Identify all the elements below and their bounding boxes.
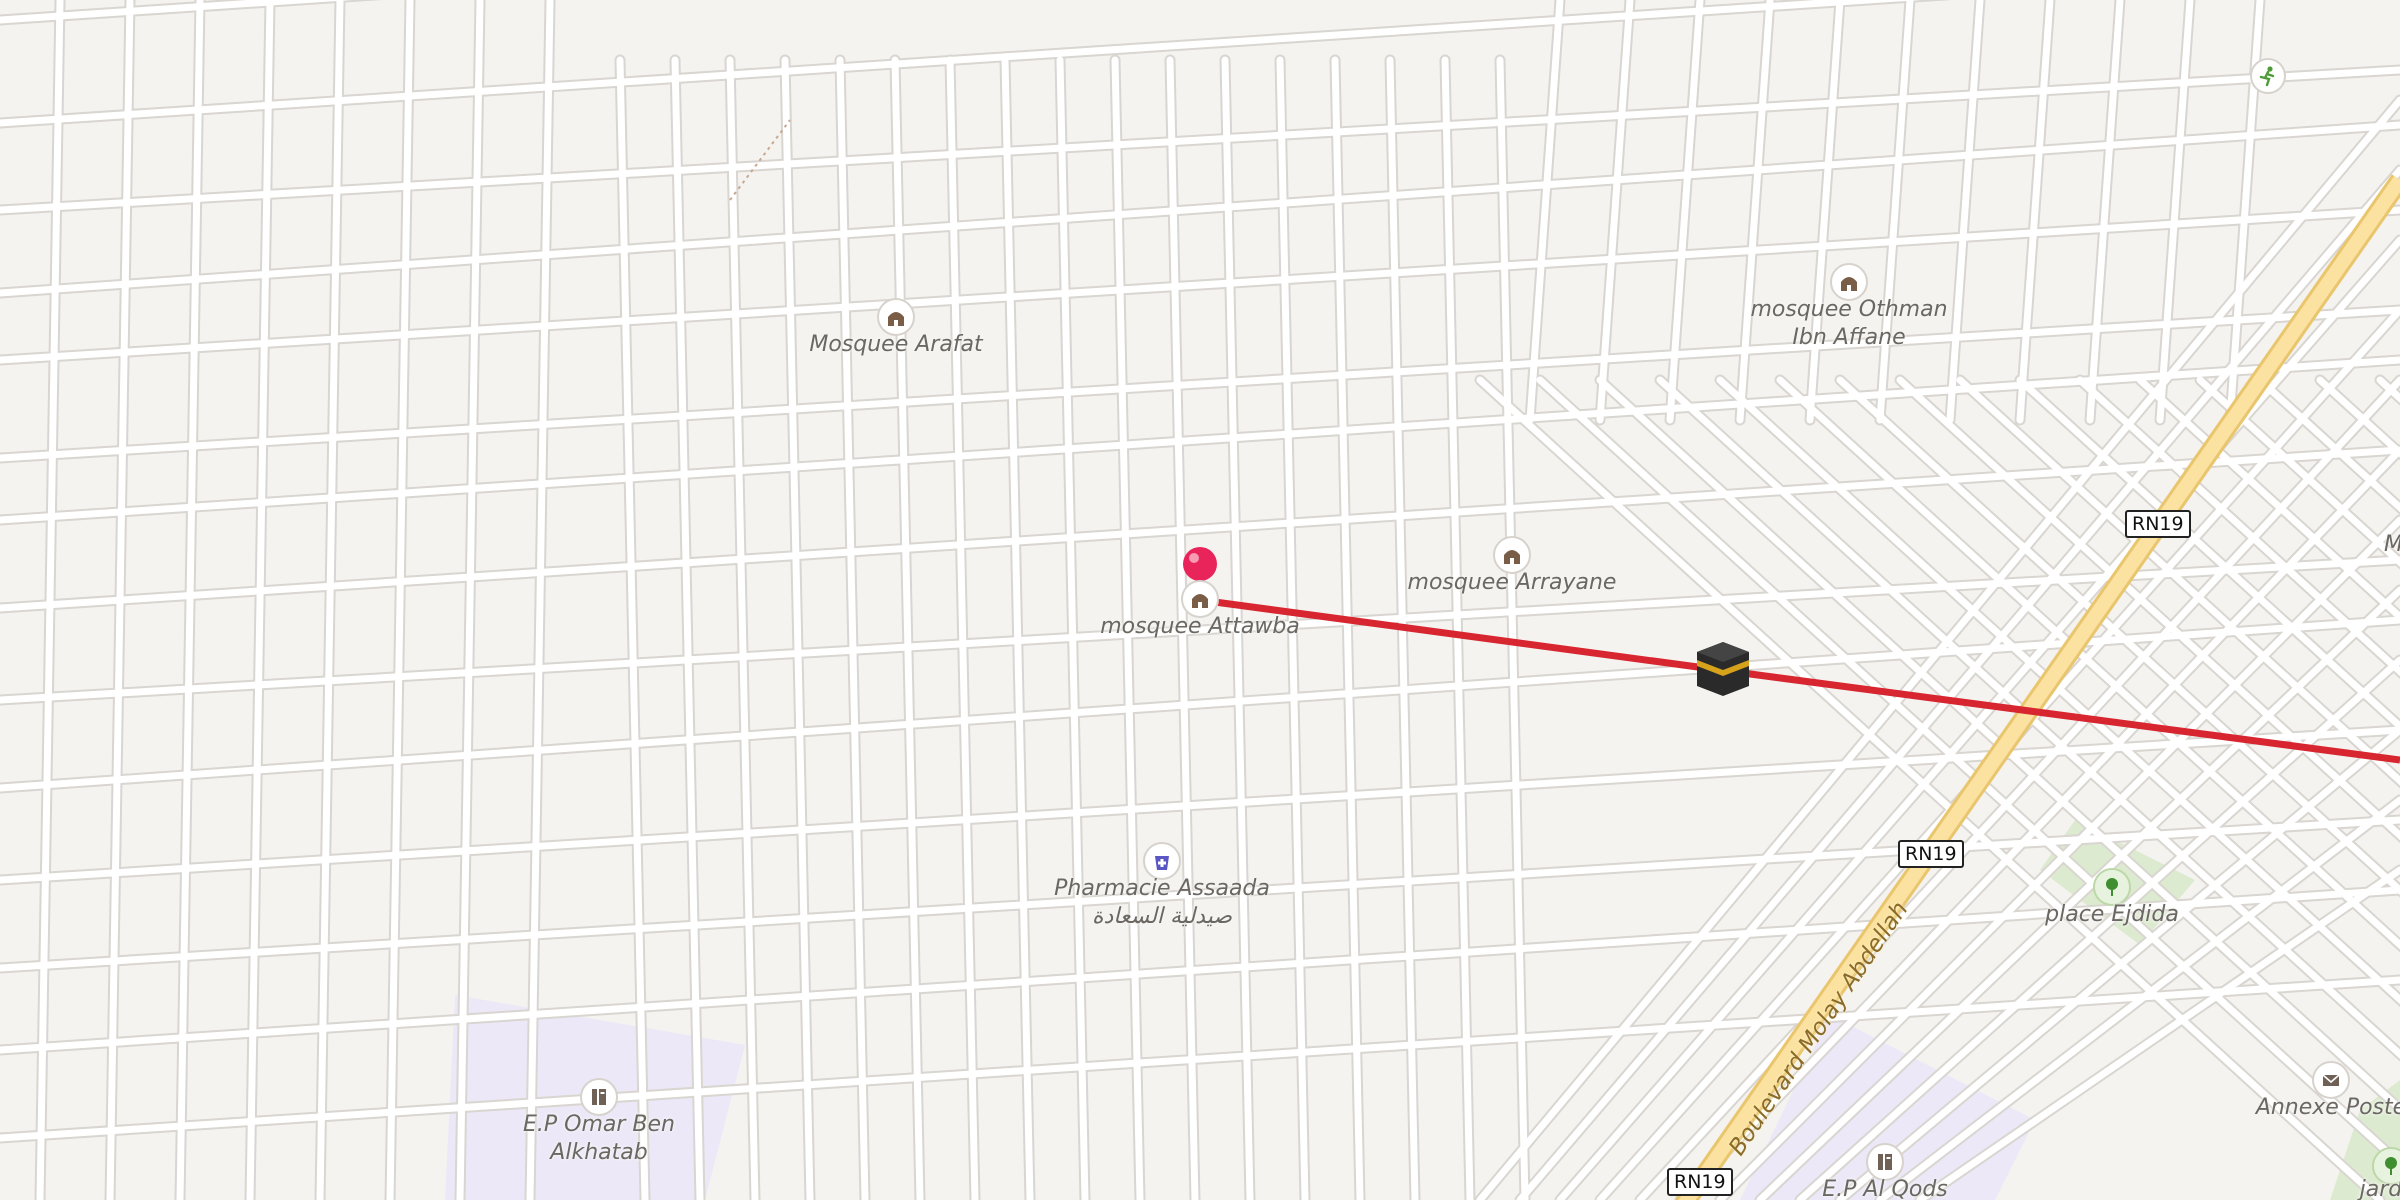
street xyxy=(726,56,759,1200)
poi-label: mosquee Attawba xyxy=(1100,614,1300,639)
street xyxy=(1806,0,1844,424)
poi-label: Mosquee Arafat xyxy=(809,332,983,357)
poi-label: mosquee Othman xyxy=(1750,297,1948,322)
street xyxy=(1331,56,1364,1200)
poi-label: place Ejdida xyxy=(2045,902,2179,927)
street xyxy=(246,0,274,1200)
poi-mosquee-arafat[interactable]: Mosquee Arafat xyxy=(809,298,983,357)
kaaba-icon[interactable] xyxy=(1695,640,1751,698)
street xyxy=(1496,56,1529,1200)
mosque-icon xyxy=(1830,263,1868,301)
poi-ep-omar[interactable]: E.P Omar Ben Alkhatab xyxy=(523,1078,675,1165)
poi-place-ejdida[interactable]: place Ejdida xyxy=(2045,868,2179,927)
road-shield-rn19: RN19 xyxy=(2125,510,2191,538)
poi-label: E.P Omar Ben xyxy=(523,1112,675,1137)
poi-label: E.P Al Qods xyxy=(1822,1177,1948,1200)
school-icon xyxy=(580,1078,618,1116)
street xyxy=(781,56,814,1200)
mosque-icon xyxy=(877,298,915,336)
poi-label-arabic: صيدلية السعادة xyxy=(1091,904,1233,929)
school-icon xyxy=(1866,1143,1904,1181)
poi-label: Pharmacie Assaada xyxy=(1054,876,1270,901)
street xyxy=(0,726,2400,884)
poi-label: Annexe Poste xyxy=(2255,1095,2400,1120)
road-shield-rn19: RN19 xyxy=(1667,1168,1733,1196)
street xyxy=(1946,0,1984,424)
street xyxy=(1001,56,1034,1200)
post-icon xyxy=(2312,1061,2350,1099)
poi-label-line2: Ibn Affane xyxy=(1792,325,1906,350)
sport-icon xyxy=(2250,58,2286,94)
poi-label: Mo xyxy=(2384,532,2400,557)
poi-label-line2: Alkhatab xyxy=(550,1140,648,1165)
poi-mosquee-attawba[interactable]: mosquee Attawba xyxy=(1100,580,1300,639)
street xyxy=(2086,0,2124,424)
poi-label: mosquee Arrayane xyxy=(1407,570,1617,595)
park-icon xyxy=(2093,868,2131,906)
street xyxy=(0,0,383,26)
sport-poi[interactable] xyxy=(2250,58,2286,94)
street xyxy=(1736,0,1774,424)
street xyxy=(2016,0,2054,424)
street xyxy=(671,56,704,1200)
poi-mosquee-othman[interactable]: mosquee Othman Ibn Affane xyxy=(1750,263,1948,350)
pharmacy-icon xyxy=(1143,842,1181,880)
street xyxy=(316,0,344,1200)
road-shield-rn19: RN19 xyxy=(1898,840,1964,868)
poi-jardin[interactable]: jardin xyxy=(2360,1147,2400,1200)
street xyxy=(0,0,353,24)
mosque-icon xyxy=(1493,536,1531,574)
poi-pharmacie-assaada[interactable]: Pharmacie Assaada صيدلية السعادة xyxy=(1054,842,1270,929)
poi-label: jardin xyxy=(2359,1177,2400,1200)
street xyxy=(1056,56,1089,1200)
street xyxy=(1876,0,1914,424)
poi-annexe-poste[interactable]: Annexe Poste xyxy=(2256,1061,2400,1120)
poi-ep-alqods[interactable]: E.P Al Qods xyxy=(1822,1143,1948,1200)
poi-mosquee-arrayane[interactable]: mosquee Arrayane xyxy=(1408,536,1616,595)
map-view[interactable]: RN19 RN19 RN19 Boulevard Molay Abdellah … xyxy=(0,0,2400,1200)
mosque-icon xyxy=(1181,580,1219,618)
